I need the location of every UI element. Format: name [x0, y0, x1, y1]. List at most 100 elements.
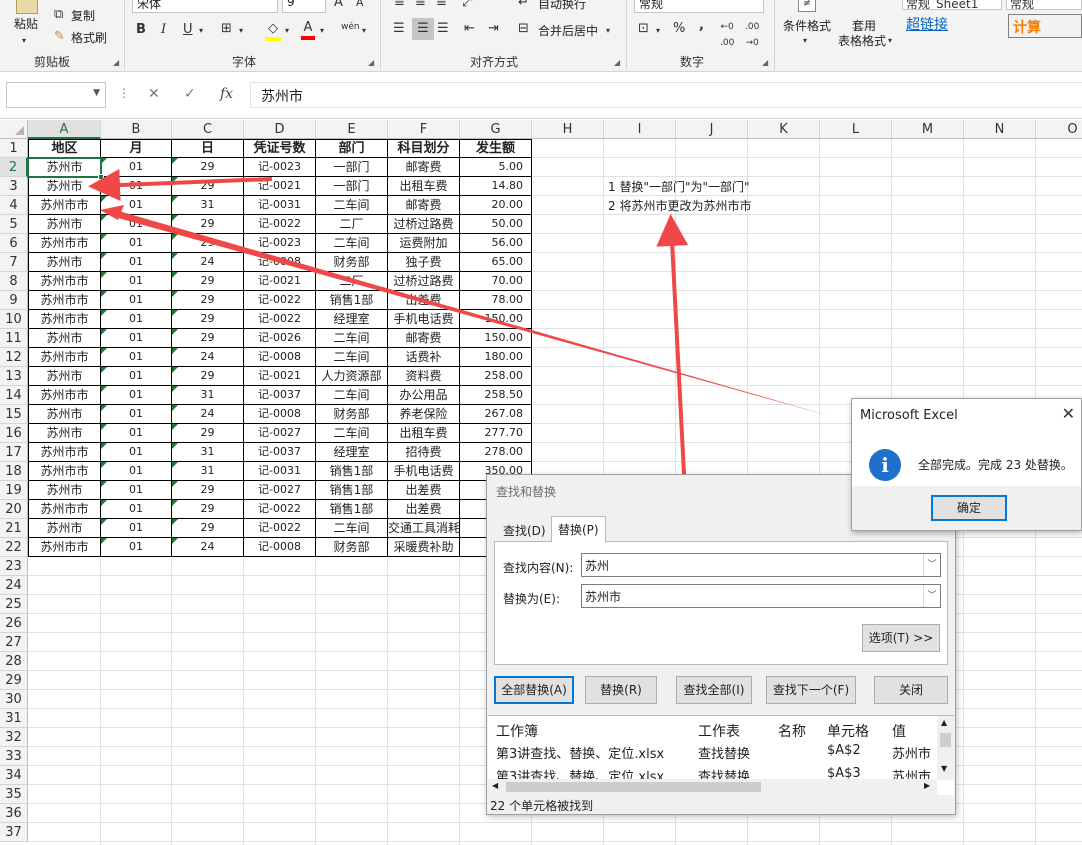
cell-voucher[interactable]: 记-0021 [244, 367, 316, 386]
row-header-30[interactable]: 30 [0, 690, 28, 709]
cell-dept[interactable]: 销售1部 [316, 500, 388, 519]
conditional-format-icon[interactable]: ≠ [798, 0, 816, 12]
cell-voucher[interactable]: 记-0031 [244, 462, 316, 481]
cell-day[interactable]: 31 [172, 462, 244, 481]
cell-day[interactable]: 29 [172, 272, 244, 291]
column-header-m[interactable]: M [892, 120, 964, 139]
cell-subject[interactable]: 手机电话费 [388, 462, 460, 481]
insert-function-button[interactable]: fx [220, 86, 233, 102]
align-right-icon[interactable]: ☰ [437, 21, 449, 37]
cell-month[interactable]: 01 [101, 519, 172, 538]
decrease-decimal-icon[interactable]: .00 →0 [745, 19, 759, 51]
row-header-13[interactable]: 13 [0, 367, 28, 386]
cell-day[interactable]: 29 [172, 519, 244, 538]
result-header-cell[interactable]: 单元格 [827, 721, 869, 741]
cell-voucher[interactable]: 记-0027 [244, 481, 316, 500]
results-horizontal-scrollbar[interactable]: ◀ ▶ [488, 779, 937, 795]
cell-day[interactable]: 29 [172, 177, 244, 196]
cell-month[interactable]: 01 [101, 272, 172, 291]
underline-dropdown-icon[interactable]: ▾ [199, 23, 203, 39]
cell-region[interactable]: 苏州市 [28, 215, 101, 234]
wrap-text-button[interactable]: 自动换行 [538, 0, 586, 12]
find-all-button[interactable]: 查找全部(I) [676, 676, 752, 704]
row-header-35[interactable]: 35 [0, 785, 28, 804]
cell-dept[interactable]: 二车间 [316, 234, 388, 253]
results-vertical-scrollbar[interactable]: ▲ ▼ [937, 716, 954, 780]
cell-dept[interactable]: 财务部 [316, 405, 388, 424]
cell-region[interactable]: 苏州市市 [28, 310, 101, 329]
cell-subject[interactable]: 邮寄费 [388, 196, 460, 215]
select-all-corner[interactable] [0, 120, 28, 139]
cell-subject[interactable]: 过桥过路费 [388, 272, 460, 291]
cell-subject[interactable]: 邮寄费 [388, 329, 460, 348]
row-header-17[interactable]: 17 [0, 443, 28, 462]
cell-day[interactable]: 29 [172, 234, 244, 253]
row-header-34[interactable]: 34 [0, 766, 28, 785]
cell-subject[interactable]: 手机电话费 [388, 310, 460, 329]
cell-month[interactable]: 01 [101, 348, 172, 367]
cell-region[interactable]: 苏州市市 [28, 234, 101, 253]
cell-amount[interactable]: 50.00 [460, 215, 532, 234]
row-header-27[interactable]: 27 [0, 633, 28, 652]
copy-icon[interactable]: ⧉ [54, 7, 63, 23]
cell-region[interactable]: 苏州市 [28, 424, 101, 443]
cell-voucher[interactable]: 记-0037 [244, 443, 316, 462]
number-format-combo[interactable]: 常规 [634, 0, 764, 13]
cell-subject[interactable]: 养老保险 [388, 405, 460, 424]
cell-voucher[interactable]: 记-0022 [244, 500, 316, 519]
row-header-22[interactable]: 22 [0, 538, 28, 557]
tab-find[interactable]: 查找(D) [497, 518, 552, 542]
cell-region[interactable]: 苏州市 [28, 519, 101, 538]
wrap-text-icon[interactable]: ↵ [518, 0, 529, 11]
merge-center-icon[interactable]: ⊟ [518, 21, 529, 37]
conditional-format-button[interactable]: 条件格式 [783, 17, 831, 34]
row-header-9[interactable]: 9 [0, 291, 28, 310]
number-launcher-icon[interactable]: ◢ [762, 58, 768, 67]
font-color-button[interactable]: A [301, 20, 315, 40]
align-left-icon[interactable]: ☰ [393, 21, 405, 37]
table-header-dept[interactable]: 部门 [316, 139, 388, 158]
column-header-f[interactable]: F [388, 120, 460, 139]
row-header-14[interactable]: 14 [0, 386, 28, 405]
cell-day[interactable]: 31 [172, 443, 244, 462]
percent-button[interactable]: % [673, 21, 685, 37]
cell-day[interactable]: 29 [172, 424, 244, 443]
column-header-j[interactable]: J [676, 120, 748, 139]
cell-day[interactable]: 31 [172, 196, 244, 215]
cell-voucher[interactable]: 记-0022 [244, 310, 316, 329]
column-header-b[interactable]: B [101, 120, 172, 139]
format-painter-icon[interactable]: ✎ [54, 29, 65, 45]
align-center-icon[interactable]: ☰ [412, 18, 434, 40]
scroll-thumb[interactable] [940, 733, 951, 747]
find-what-dropdown-icon[interactable]: ﹀ [923, 554, 940, 576]
cell-month[interactable]: 01 [101, 196, 172, 215]
row-header-31[interactable]: 31 [0, 709, 28, 728]
merge-dropdown-icon[interactable]: ▾ [606, 23, 610, 39]
cell-dept[interactable]: 二车间 [316, 519, 388, 538]
cell-day[interactable]: 24 [172, 538, 244, 557]
cell-amount[interactable]: 78.00 [460, 291, 532, 310]
cell-dept[interactable]: 经理室 [316, 310, 388, 329]
cell-voucher[interactable]: 记-0008 [244, 348, 316, 367]
scroll-right-icon[interactable]: ▶ [924, 781, 930, 790]
clipboard-launcher-icon[interactable]: ◢ [113, 58, 119, 67]
column-header-k[interactable]: K [748, 120, 820, 139]
row-header-10[interactable]: 10 [0, 310, 28, 329]
h-scroll-thumb[interactable] [506, 782, 761, 792]
column-header-c[interactable]: C [172, 120, 244, 139]
cell-dept[interactable]: 销售1部 [316, 291, 388, 310]
font-color-dropdown-icon[interactable]: ▾ [320, 23, 324, 39]
font-size-combo[interactable]: 9 [282, 0, 326, 13]
cell-subject[interactable]: 出差费 [388, 481, 460, 500]
result-row-1-value[interactable]: 苏州市 [892, 743, 931, 762]
row-header-18[interactable]: 18 [0, 462, 28, 481]
cell-dept[interactable]: 二车间 [316, 329, 388, 348]
cell-month[interactable]: 01 [101, 481, 172, 500]
cell-amount[interactable]: 278.00 [460, 443, 532, 462]
result-row-1-sheet[interactable]: 查找替换 [698, 743, 750, 762]
cancel-icon[interactable]: ✕ [148, 86, 160, 102]
cell-dept[interactable]: 一部门 [316, 158, 388, 177]
row-header-15[interactable]: 15 [0, 405, 28, 424]
grow-font-icon[interactable]: A [334, 0, 343, 11]
cell-region[interactable]: 苏州市市 [28, 196, 101, 215]
